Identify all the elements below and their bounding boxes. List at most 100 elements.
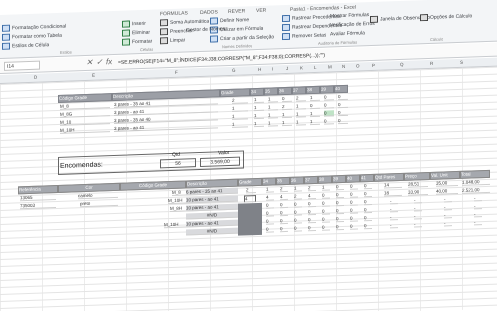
column-header[interactable]: F [175,70,178,75]
table-cell[interactable]: 0 [350,199,358,206]
table-cell[interactable]: 0 [280,217,288,225]
table-cell[interactable]: 0 [280,209,288,217]
column-header[interactable]: I [272,66,273,71]
table-cell[interactable]: 2 [282,103,292,111]
column-header[interactable]: G [232,68,236,73]
table-cell[interactable]: 0 [338,101,348,109]
table-cell[interactable]: - [444,212,452,219]
table-cell[interactable]: 0 [350,191,358,198]
table-cell[interactable]: 1.048,00 [462,178,490,186]
create-from-selection-button[interactable]: Criar a partir da Seleção [210,33,274,43]
table-cell[interactable]: 2.521,00 [462,186,490,194]
table-cell[interactable]: 0 [294,217,302,224]
table-cell[interactable]: 13065 [20,194,56,202]
table-cell[interactable]: 0 [338,109,348,117]
table-cell[interactable]: 4 [244,195,256,203]
format-as-table-button[interactable]: Formatar como Tabela [2,32,62,41]
table-cell[interactable]: - [444,220,452,227]
table-cell[interactable]: - [414,221,422,228]
table-cell[interactable]: M_8H [170,205,186,213]
table-cell[interactable]: 4 [266,194,274,201]
table-cell[interactable]: 0 [322,192,330,199]
table-cell[interactable]: 2 [246,187,256,194]
table-cell[interactable]: - [390,222,398,229]
table-cell[interactable]: M_8 [172,189,186,196]
table-cell[interactable]: 0 [322,208,330,215]
column-header[interactable]: P [372,63,375,68]
remove-arrows-button[interactable]: Remover Setas [282,32,326,41]
column-header[interactable]: J [286,66,288,71]
table-cell[interactable]: 1 [310,118,320,126]
table-cell[interactable]: - [390,214,398,221]
table-cell[interactable]: 0 [338,117,348,125]
table-cell[interactable]: - [474,211,482,218]
table-cell[interactable]: - [444,196,452,203]
tab-review[interactable]: REVER [228,8,245,15]
table-cell[interactable]: 28,51 [408,181,428,188]
table-cell[interactable]: 0 [324,102,334,109]
table-cell[interactable]: 0 [308,216,316,224]
table-cell[interactable]: 0 [364,206,372,214]
table-cell[interactable]: 1 [232,121,248,128]
table-cell[interactable]: 0 [336,215,344,223]
table-cell[interactable]: 2 [280,185,288,193]
define-name-button[interactable]: Definir Nome [210,16,249,25]
table-cell[interactable]: 0 [266,218,274,225]
table-cell[interactable]: - [474,203,482,210]
column-header[interactable]: Q [400,62,404,67]
table-cell[interactable]: 0 [350,215,358,222]
table-cell[interactable]: 14 [384,181,402,189]
table-cell[interactable]: - [474,219,482,226]
calc-options-button[interactable]: Opções de Cálculo [420,12,472,22]
table-cell[interactable]: 35,00 [436,179,458,187]
table-cell[interactable]: 0 [280,201,288,209]
table-cell[interactable]: 0 [266,226,274,233]
format-button[interactable]: Formatar [122,38,152,46]
table-cell[interactable]: 40,00 [436,187,458,195]
table-cell[interactable]: 0 [364,182,372,190]
cell-styles-button[interactable]: Estilos de Célula [2,41,49,50]
table-cell[interactable]: M_10H [164,221,186,229]
table-cell[interactable]: 735003 [20,202,56,210]
table-cell[interactable]: 1 [296,111,306,118]
table-cell[interactable]: 0 [322,216,330,223]
table-cell[interactable]: - [414,213,422,220]
table-cell[interactable]: 1 [232,105,248,112]
table-cell[interactable]: 0 [350,183,358,190]
table-cell[interactable]: 1 [266,186,274,193]
table-cell[interactable]: - [414,205,422,212]
insert-button[interactable]: Inserir [122,20,146,28]
table-cell[interactable]: 1 [282,119,292,127]
table-cell[interactable]: 0 [266,202,274,209]
table-cell[interactable]: 0 [280,225,288,233]
conditional-formatting-button[interactable]: Formatação Condicional [2,23,66,32]
table-cell[interactable]: 0 [322,200,330,207]
table-cell[interactable]: 1 [268,96,278,103]
table-cell[interactable]: 0 [336,199,344,207]
column-header[interactable]: M [328,64,332,69]
column-header[interactable]: O [356,63,360,68]
table-cell[interactable]: 0 [350,223,358,230]
table-cell[interactable]: 0 [308,208,316,216]
table-cell[interactable]: 1 [282,111,292,119]
table-cell[interactable]: 0 [364,214,372,222]
table-cell[interactable]: 0 [336,183,344,191]
table-cell[interactable]: - [414,197,422,204]
name-box[interactable]: I14 [4,60,40,71]
table-cell[interactable]: 0 [294,225,302,232]
table-cell[interactable]: 1 [310,110,320,118]
tab-data[interactable]: DADOS [200,9,218,16]
table-cell[interactable]: 2 [232,97,248,104]
table-cell[interactable]: - [390,206,398,213]
column-header[interactable]: S [460,60,463,65]
table-cell[interactable]: 1 [268,120,278,127]
column-header[interactable]: D [34,75,37,80]
table-cell[interactable]: 2 [294,193,302,200]
table-cell[interactable]: 0 [338,93,348,101]
table-cell[interactable]: 0 [324,118,334,125]
column-header[interactable]: N [342,64,345,69]
table-cell[interactable]: 0 [324,110,334,117]
column-header[interactable]: R [430,61,433,66]
table-cell[interactable]: 1 [322,184,330,191]
table-cell[interactable]: 0 [336,207,344,215]
